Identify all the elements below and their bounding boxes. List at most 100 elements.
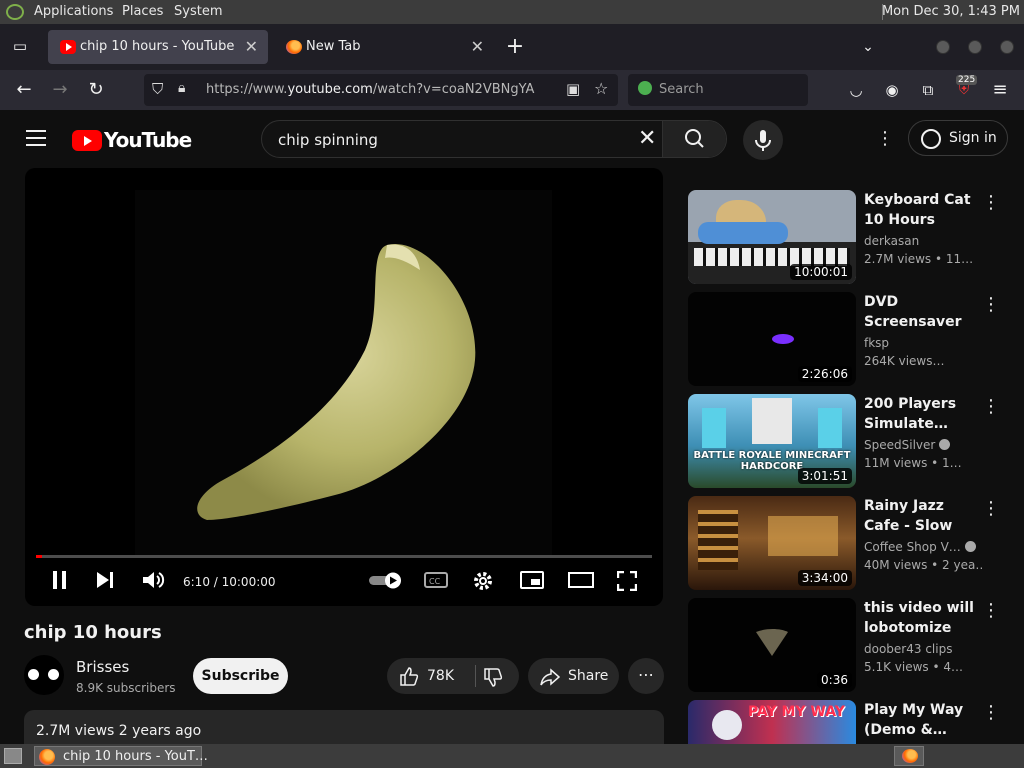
url-text[interactable]: https://www.youtube.com/watch?v=coaN2VBN… bbox=[206, 82, 534, 97]
channel-name[interactable]: Brisses bbox=[76, 658, 129, 676]
dvd-logo-icon bbox=[772, 334, 794, 344]
video-thumbnail[interactable]: PAY MY WAY bbox=[688, 700, 856, 744]
video-options-kebab-icon[interactable]: ⋮ bbox=[982, 294, 1000, 315]
like-button[interactable]: 78K bbox=[387, 658, 475, 694]
volume-button[interactable] bbox=[143, 571, 165, 589]
video-progress-bar[interactable] bbox=[36, 555, 652, 558]
search-button[interactable] bbox=[662, 121, 726, 157]
clock[interactable]: Mon Dec 30, 1:43 PM bbox=[882, 4, 1020, 19]
tab-youtube[interactable]: chip 10 hours - YouTube ✕ bbox=[48, 30, 268, 64]
menu-places[interactable]: Places bbox=[122, 4, 163, 19]
fullscreen-button[interactable] bbox=[617, 571, 637, 591]
dislike-button[interactable] bbox=[483, 667, 503, 687]
video-title[interactable]: Rainy Jazz Cafe - Slow Jazz Musi… bbox=[864, 496, 984, 536]
video-time: 6:10 / 10:00:00 bbox=[183, 575, 276, 589]
tab-title: chip 10 hours - YouTube bbox=[80, 39, 235, 54]
menu-applications[interactable]: Applications bbox=[34, 4, 113, 19]
channel-name[interactable]: Coffee Shop V… bbox=[864, 540, 984, 554]
video-thumbnail[interactable]: 3:34:00 bbox=[688, 496, 856, 590]
video-meta: 2.7M views • 11… bbox=[864, 252, 974, 266]
thumbnail-caption: PAY MY WAY bbox=[748, 704, 845, 720]
autoplay-toggle[interactable] bbox=[367, 571, 403, 589]
shield-icon[interactable]: ⛉ bbox=[152, 80, 163, 98]
guide-menu-icon[interactable] bbox=[26, 130, 46, 146]
share-arrow-icon bbox=[540, 668, 560, 686]
description-box[interactable]: 2.7M views 2 years ago bbox=[24, 710, 664, 746]
recommendation-item[interactable]: 0:36 this video will lobotomize you… doo… bbox=[688, 598, 1008, 694]
recommendation-item[interactable]: BATTLE ROYALE MINECRAFT HARDCORE 3:01:51… bbox=[688, 394, 1008, 490]
video-title[interactable]: this video will lobotomize you… bbox=[864, 598, 984, 638]
recommendation-item[interactable]: 10:00:01 Keyboard Cat 10 Hours derkasan … bbox=[688, 190, 1008, 286]
pocket-icon[interactable]: ◡ bbox=[844, 78, 868, 102]
url-bar[interactable]: ⛉ 🔒︎ https://www.youtube.com/watch?v=coa… bbox=[144, 74, 618, 106]
taskbar-window-item[interactable]: chip 10 hours - YouT… bbox=[34, 746, 208, 766]
share-button[interactable]: Share bbox=[528, 658, 619, 694]
list-tabs-chevron-icon[interactable]: ⌄ bbox=[856, 35, 880, 59]
video-options-kebab-icon[interactable]: ⋮ bbox=[982, 498, 1000, 519]
reload-icon[interactable]: ↻ bbox=[84, 78, 108, 102]
account-icon[interactable]: ◉ bbox=[880, 78, 904, 102]
youtube-search-input[interactable]: chip spinning ✕ bbox=[261, 120, 727, 158]
channel-name[interactable]: fksp bbox=[864, 336, 984, 350]
video-title[interactable]: DVD Screensaver test bbox=[864, 292, 984, 332]
video-title[interactable]: 200 Players Simulate… bbox=[864, 394, 984, 434]
show-desktop-icon[interactable] bbox=[4, 748, 22, 764]
system-taskbar: chip 10 hours - YouT… bbox=[0, 744, 1024, 768]
forward-arrow-icon[interactable]: → bbox=[48, 78, 72, 102]
video-title[interactable]: Keyboard Cat 10 Hours bbox=[864, 190, 984, 230]
tab-title: New Tab bbox=[306, 39, 361, 54]
video-thumbnail[interactable]: BATTLE ROYALE MINECRAFT HARDCORE 3:01:51 bbox=[688, 394, 856, 488]
minimize-window-button[interactable] bbox=[936, 40, 950, 54]
hamburger-menu-icon[interactable]: ≡ bbox=[988, 78, 1012, 102]
verified-badge-icon bbox=[939, 439, 951, 450]
close-tab-icon[interactable]: ✕ bbox=[471, 37, 484, 56]
recommendation-item[interactable]: 2:26:06 DVD Screensaver test fksp 264K v… bbox=[688, 292, 1008, 388]
video-duration: 2:26:06 bbox=[797, 366, 852, 382]
recommendation-item[interactable]: 3:34:00 Rainy Jazz Cafe - Slow Jazz Musi… bbox=[688, 496, 1008, 592]
recommendation-item[interactable]: PAY MY WAY Play My Way (Demo &… ⋮ bbox=[688, 700, 1008, 744]
reader-view-icon[interactable]: ▣ bbox=[566, 80, 580, 98]
video-options-kebab-icon[interactable]: ⋮ bbox=[982, 396, 1000, 417]
tab-overview-icon[interactable]: ▭ bbox=[8, 34, 32, 58]
settings-kebab-icon[interactable]: ⋮ bbox=[876, 128, 894, 149]
close-tab-icon[interactable]: ✕ bbox=[245, 37, 258, 56]
channel-avatar[interactable] bbox=[24, 655, 64, 695]
channel-name[interactable]: derkasan bbox=[864, 234, 984, 248]
workspace-switcher[interactable] bbox=[894, 746, 924, 766]
miniplayer-button[interactable] bbox=[520, 571, 544, 589]
video-options-kebab-icon[interactable]: ⋮ bbox=[982, 192, 1000, 213]
video-player[interactable]: 6:10 / 10:00:00 CC bbox=[25, 168, 663, 606]
subtitles-button[interactable]: CC bbox=[424, 571, 448, 589]
tab-new-tab[interactable]: New Tab ✕ bbox=[274, 30, 494, 64]
theater-mode-button[interactable] bbox=[568, 571, 594, 589]
lock-icon[interactable]: 🔒︎ bbox=[178, 80, 185, 96]
close-window-button[interactable] bbox=[1000, 40, 1014, 54]
clear-search-icon[interactable]: ✕ bbox=[638, 126, 656, 151]
bookmark-star-icon[interactable]: ☆ bbox=[594, 79, 608, 98]
menu-system[interactable]: System bbox=[174, 4, 222, 19]
video-options-kebab-icon[interactable]: ⋮ bbox=[982, 702, 1000, 723]
video-thumbnail[interactable]: 0:36 bbox=[688, 598, 856, 692]
sign-in-button[interactable]: Sign in bbox=[908, 120, 1008, 156]
subscribe-button[interactable]: Subscribe bbox=[193, 658, 288, 694]
back-arrow-icon[interactable]: ← bbox=[12, 78, 36, 102]
search-query[interactable]: chip spinning bbox=[278, 131, 378, 149]
video-thumbnail[interactable]: 10:00:01 bbox=[688, 190, 856, 284]
pause-button[interactable] bbox=[51, 571, 69, 589]
distro-logo-icon[interactable] bbox=[6, 4, 24, 20]
new-tab-icon[interactable]: + bbox=[503, 35, 527, 59]
voice-search-button[interactable] bbox=[743, 120, 783, 160]
next-video-button[interactable] bbox=[97, 571, 115, 589]
settings-gear-icon[interactable] bbox=[473, 571, 493, 591]
channel-name[interactable]: doober43 clips bbox=[864, 642, 984, 656]
more-actions-button[interactable]: ⋯ bbox=[628, 658, 664, 694]
maximize-window-button[interactable] bbox=[968, 40, 982, 54]
web-search-input[interactable]: Search bbox=[628, 74, 808, 106]
video-title[interactable]: Play My Way (Demo &… bbox=[864, 700, 984, 740]
channel-name[interactable]: SpeedSilver bbox=[864, 438, 984, 452]
video-options-kebab-icon[interactable]: ⋮ bbox=[982, 600, 1000, 621]
more-horizontal-icon: ⋯ bbox=[638, 665, 654, 684]
video-frame[interactable] bbox=[135, 190, 552, 555]
extensions-icon[interactable]: ⧉ bbox=[916, 78, 940, 102]
video-thumbnail[interactable]: 2:26:06 bbox=[688, 292, 856, 386]
